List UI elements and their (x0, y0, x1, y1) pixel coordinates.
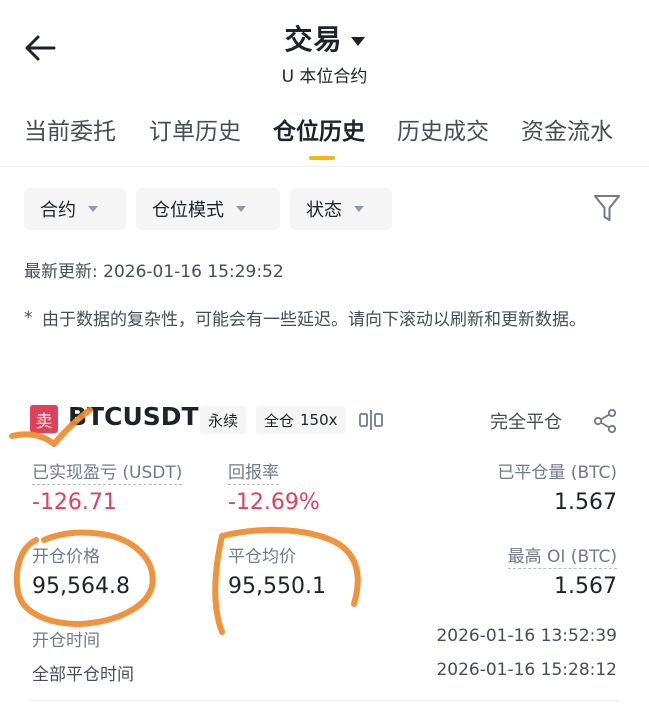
filter-status[interactable]: 状态 (290, 188, 392, 230)
share-icon[interactable] (592, 408, 618, 434)
entry-price-value: 95,564.8 (32, 574, 130, 599)
perpetual-tag-label: 永续 (208, 411, 239, 430)
filter-status-label: 状态 (306, 200, 342, 221)
tab-open-orders[interactable]: 当前委托 (24, 112, 116, 146)
filter-contract[interactable]: 合约 (24, 188, 126, 230)
leverage-label: 150x (300, 411, 338, 429)
avg-close-price-label: 平仓均价 (228, 547, 296, 567)
notice-asterisk: * (24, 308, 33, 328)
tab-order-history[interactable]: 订单历史 (149, 112, 241, 146)
realized-pnl-label: 已实现盈亏 (USDT) (32, 458, 183, 485)
side-badge: 卖 (30, 405, 58, 433)
page-subtitle: U 本位合约 (281, 67, 368, 87)
page-title-text: 交易 (284, 23, 343, 56)
avg-close-price-value: 95,550.1 (228, 574, 326, 599)
roi-label: 回报率 (228, 458, 279, 485)
open-time-label: 开仓时间 (32, 631, 100, 651)
full-close-time-label: 全部平仓时间 (32, 665, 134, 685)
tabs-divider (0, 166, 649, 167)
margin-leverage-tag: 全仓 150x (256, 406, 346, 434)
entry-price-label: 开仓价格 (32, 547, 100, 567)
max-oi-value: 1.567 (554, 574, 617, 599)
caret-down-icon (350, 37, 365, 46)
realized-pnl-value: -126.71 (32, 490, 117, 515)
closed-qty-label: 已平仓量 (BTC) (497, 463, 617, 483)
open-time-value: 2026-01-16 13:52:39 (436, 626, 617, 646)
caret-down-icon (88, 206, 98, 212)
filter-position-mode[interactable]: 仓位模式 (136, 188, 280, 230)
tab-position-history[interactable]: 仓位历史 (273, 112, 365, 146)
tab-bar: 当前委托 订单历史 仓位历史 历史成交 资金流水 (0, 112, 649, 160)
tab-trade-history[interactable]: 历史成交 (397, 112, 489, 146)
card-divider (30, 700, 620, 701)
delay-notice: 由于数据的复杂性，可能会有一些延迟。请向下滚动以刷新和更新数据。 (42, 310, 586, 330)
page-title[interactable]: 交易 (0, 18, 649, 58)
caret-down-icon (354, 206, 364, 212)
active-tab-indicator (309, 156, 335, 160)
filter-contract-label: 合约 (40, 200, 76, 221)
roi-value: -12.69% (228, 490, 320, 515)
handwritten-annotation (9, 407, 361, 635)
funnel-filter-icon[interactable] (592, 192, 622, 224)
max-oi-label: 最高 OI (BTC) (507, 542, 617, 569)
full-close-time-value: 2026-01-16 15:28:12 (436, 660, 617, 680)
caret-down-icon (236, 206, 246, 212)
closed-qty-value: 1.567 (554, 490, 617, 515)
position-symbol[interactable]: BTCUSDT (68, 402, 199, 431)
margin-mode-label: 全仓 (264, 411, 295, 430)
tab-transaction-history[interactable]: 资金流水 (521, 112, 613, 146)
compare-icon[interactable] (358, 408, 384, 432)
filter-position-mode-label: 仓位模式 (152, 200, 224, 221)
close-type-label: 完全平仓 (490, 412, 562, 433)
perpetual-tag: 永续 (200, 406, 247, 434)
last-updated: 最新更新: 2026-01-16 15:29:52 (24, 262, 284, 282)
